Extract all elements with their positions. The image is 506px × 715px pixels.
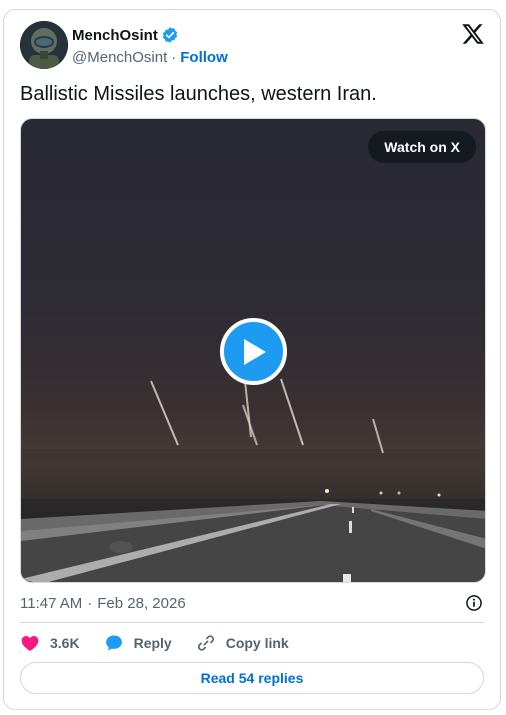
- x-logo-icon[interactable]: [461, 22, 485, 46]
- tweet-date: Feb 28, 2026: [97, 594, 186, 612]
- watch-on-x-button[interactable]: Watch on X: [368, 131, 476, 163]
- divider: [20, 622, 484, 623]
- follow-button[interactable]: Follow: [180, 49, 228, 66]
- heart-icon: [21, 636, 39, 651]
- tweet-card: MenchOsint @MenchOsint · Follow Ballisti…: [3, 9, 501, 710]
- tweet-text: Ballistic Missiles launches, western Ira…: [20, 83, 377, 105]
- reply-bubble-icon: [105, 635, 122, 651]
- reply-label: Reply: [133, 635, 172, 651]
- like-button[interactable]: 3.6K: [20, 633, 80, 653]
- video-player[interactable]: Watch on X: [20, 118, 486, 583]
- avatar[interactable]: [20, 21, 68, 69]
- handle-separator: ·: [171, 48, 177, 66]
- author-name[interactable]: MenchOsint: [72, 27, 158, 44]
- link-icon: [197, 635, 214, 651]
- copy-link-button[interactable]: Copy link: [196, 633, 289, 653]
- timestamp-separator: ·: [87, 594, 93, 612]
- author-handle[interactable]: @MenchOsint: [72, 49, 167, 66]
- reply-button[interactable]: Reply: [104, 633, 172, 653]
- info-icon[interactable]: [464, 593, 484, 613]
- play-button[interactable]: [220, 318, 287, 385]
- play-icon: [243, 338, 266, 365]
- verified-badge-icon: [162, 27, 177, 43]
- like-count: 3.6K: [50, 635, 80, 651]
- action-bar: 3.6K Reply Copy link: [20, 630, 313, 656]
- read-replies-button[interactable]: Read 54 replies: [20, 662, 484, 694]
- tweet-timestamp[interactable]: 11:47 AM · Feb 28, 2026: [20, 593, 186, 613]
- copy-link-label: Copy link: [225, 635, 289, 651]
- author-block: MenchOsint @MenchOsint · Follow: [72, 25, 228, 68]
- tweet-time: 11:47 AM: [20, 594, 83, 612]
